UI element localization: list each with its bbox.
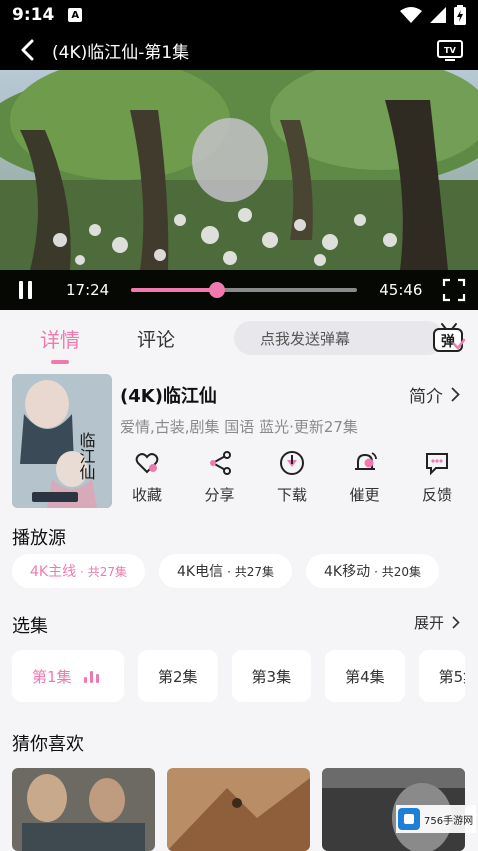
seek-bar[interactable] bbox=[131, 282, 358, 298]
sources-heading: 播放源 bbox=[12, 528, 66, 549]
tab-active-indicator bbox=[51, 359, 69, 364]
download-button[interactable]: 下载 bbox=[263, 450, 321, 505]
seek-bar-fill bbox=[131, 288, 218, 292]
feedback-icon bbox=[426, 453, 448, 476]
download-icon bbox=[280, 451, 304, 475]
source-name: 4K移动 bbox=[324, 564, 371, 580]
status-bar: 9:14 A bbox=[0, 0, 478, 30]
source-option[interactable]: 4K电信 · 共27集 bbox=[159, 554, 292, 588]
favorite-button[interactable]: 收藏 bbox=[118, 450, 176, 505]
watermark-logo-icon bbox=[398, 808, 420, 830]
danmaku-icon: 弹 bbox=[433, 323, 466, 352]
show-tags: 爱情,古装,剧集 国语 蓝光·更新27集 bbox=[120, 418, 358, 436]
heart-icon bbox=[135, 453, 159, 474]
tab-details[interactable]: 详情 bbox=[12, 324, 108, 364]
show-title: (4K)临江仙 bbox=[120, 386, 217, 407]
action-bar: 收藏 分享 下载 催更 反馈 bbox=[118, 450, 466, 505]
now-playing-icon bbox=[83, 669, 99, 683]
favorite-label: 收藏 bbox=[131, 486, 162, 504]
intro-button[interactable]: 简介 bbox=[409, 382, 460, 407]
episode-label: 第5集 bbox=[438, 667, 465, 686]
poster-title: 临江仙 bbox=[77, 432, 96, 480]
tab-details-label: 详情 bbox=[40, 327, 80, 352]
share-icon bbox=[209, 451, 231, 475]
source-count: · 共20集 bbox=[374, 564, 421, 579]
urge-update-label: 催更 bbox=[349, 486, 380, 504]
video-player[interactable]: 17:24 45:46 bbox=[0, 70, 478, 310]
episode-label: 第4集 bbox=[345, 667, 385, 686]
chevron-left-icon bbox=[21, 39, 34, 61]
tv-icon: TV bbox=[437, 40, 463, 61]
source-name: 4K电信 bbox=[177, 564, 224, 580]
watermark: 756手游网 bbox=[396, 805, 476, 833]
share-button[interactable]: 分享 bbox=[191, 450, 249, 505]
danmaku-toggle-button[interactable]: 弹 bbox=[432, 322, 466, 354]
notification-icon: A bbox=[68, 8, 83, 22]
pause-button[interactable] bbox=[12, 277, 38, 303]
recommend-thumbnail bbox=[167, 768, 310, 851]
current-time: 17:24 bbox=[66, 281, 110, 299]
episode-item[interactable]: 第5集 bbox=[418, 650, 465, 702]
pause-icon bbox=[18, 281, 23, 299]
total-time: 45:46 bbox=[379, 281, 423, 299]
svg-text:TV: TV bbox=[444, 46, 456, 55]
bell-icon bbox=[354, 452, 377, 470]
seek-handle[interactable] bbox=[209, 282, 226, 298]
download-label: 下载 bbox=[276, 486, 307, 504]
intro-label: 简介 bbox=[409, 387, 443, 407]
episode-item[interactable]: 第3集 bbox=[231, 650, 312, 702]
battery-icon bbox=[454, 5, 466, 25]
source-option[interactable]: 4K移动 · 共20集 bbox=[306, 554, 439, 588]
recommend-heading: 猜你喜欢 bbox=[12, 734, 84, 755]
expand-episodes-button[interactable]: 展开 bbox=[414, 612, 460, 633]
danmaku-placeholder: 点我发送弹幕 bbox=[260, 329, 351, 348]
episode-label: 第1集 bbox=[32, 667, 72, 686]
fullscreen-button[interactable] bbox=[442, 278, 466, 302]
episode-item[interactable]: 第4集 bbox=[325, 650, 405, 702]
share-label: 分享 bbox=[204, 486, 235, 504]
episode-item[interactable]: 第2集 bbox=[138, 650, 218, 702]
danmaku-glyph: 弹 bbox=[441, 333, 455, 350]
episode-item[interactable]: 第1集 bbox=[12, 650, 124, 702]
source-name: 4K主线 bbox=[30, 564, 77, 580]
recommend-thumbnail bbox=[12, 768, 155, 851]
feedback-label: 反馈 bbox=[421, 486, 452, 504]
wifi-icon bbox=[400, 7, 422, 23]
player-title-bar: (4K)临江仙-第1集 TV bbox=[0, 30, 478, 70]
recommend-card[interactable] bbox=[12, 768, 155, 851]
chevron-right-icon bbox=[452, 616, 460, 629]
back-button[interactable] bbox=[14, 35, 40, 65]
episode-list: 第1集 第2集 第3集 第4集 第5集 bbox=[12, 650, 465, 702]
source-count: · 共27集 bbox=[80, 564, 127, 579]
danmaku-input[interactable]: 点我发送弹幕 bbox=[234, 321, 444, 355]
feedback-button[interactable]: 反馈 bbox=[408, 450, 466, 505]
show-info: 临江仙 (4K)临江仙 简介 爱情,古装,剧集 国语 蓝光·更新27集 收藏 分… bbox=[12, 374, 466, 508]
tabs-row: 详情 评论 点我发送弹幕 弹 bbox=[0, 310, 478, 366]
player-controls: 17:24 45:46 bbox=[0, 270, 478, 310]
poster-art: 临江仙 bbox=[12, 374, 112, 508]
chevron-right-icon bbox=[451, 387, 460, 402]
source-option[interactable]: 4K主线 · 共27集 bbox=[12, 554, 145, 588]
episode-label: 第2集 bbox=[158, 667, 198, 686]
source-count: · 共27集 bbox=[227, 564, 274, 579]
recommend-card[interactable] bbox=[167, 768, 310, 851]
signal-icon bbox=[430, 7, 446, 23]
tab-comments[interactable]: 评论 bbox=[108, 325, 204, 352]
episode-label: 第3集 bbox=[251, 667, 292, 686]
cast-tv-button[interactable]: TV bbox=[436, 38, 464, 62]
fullscreen-icon bbox=[442, 278, 466, 302]
status-icons bbox=[400, 5, 466, 25]
episodes-heading: 选集 bbox=[12, 616, 48, 637]
pause-icon-bar bbox=[27, 281, 32, 299]
expand-label: 展开 bbox=[413, 614, 444, 632]
video-title: (4K)临江仙-第1集 bbox=[52, 42, 190, 63]
show-poster[interactable]: 临江仙 bbox=[12, 374, 112, 508]
urge-update-button[interactable]: 催更 bbox=[336, 450, 394, 505]
status-time: 9:14 bbox=[12, 5, 55, 25]
tab-comments-label: 评论 bbox=[136, 328, 175, 351]
source-list: 4K主线 · 共27集 4K电信 · 共27集 4K移动 · 共20集 bbox=[12, 554, 439, 588]
watermark-text: 756手游网 bbox=[424, 815, 474, 827]
